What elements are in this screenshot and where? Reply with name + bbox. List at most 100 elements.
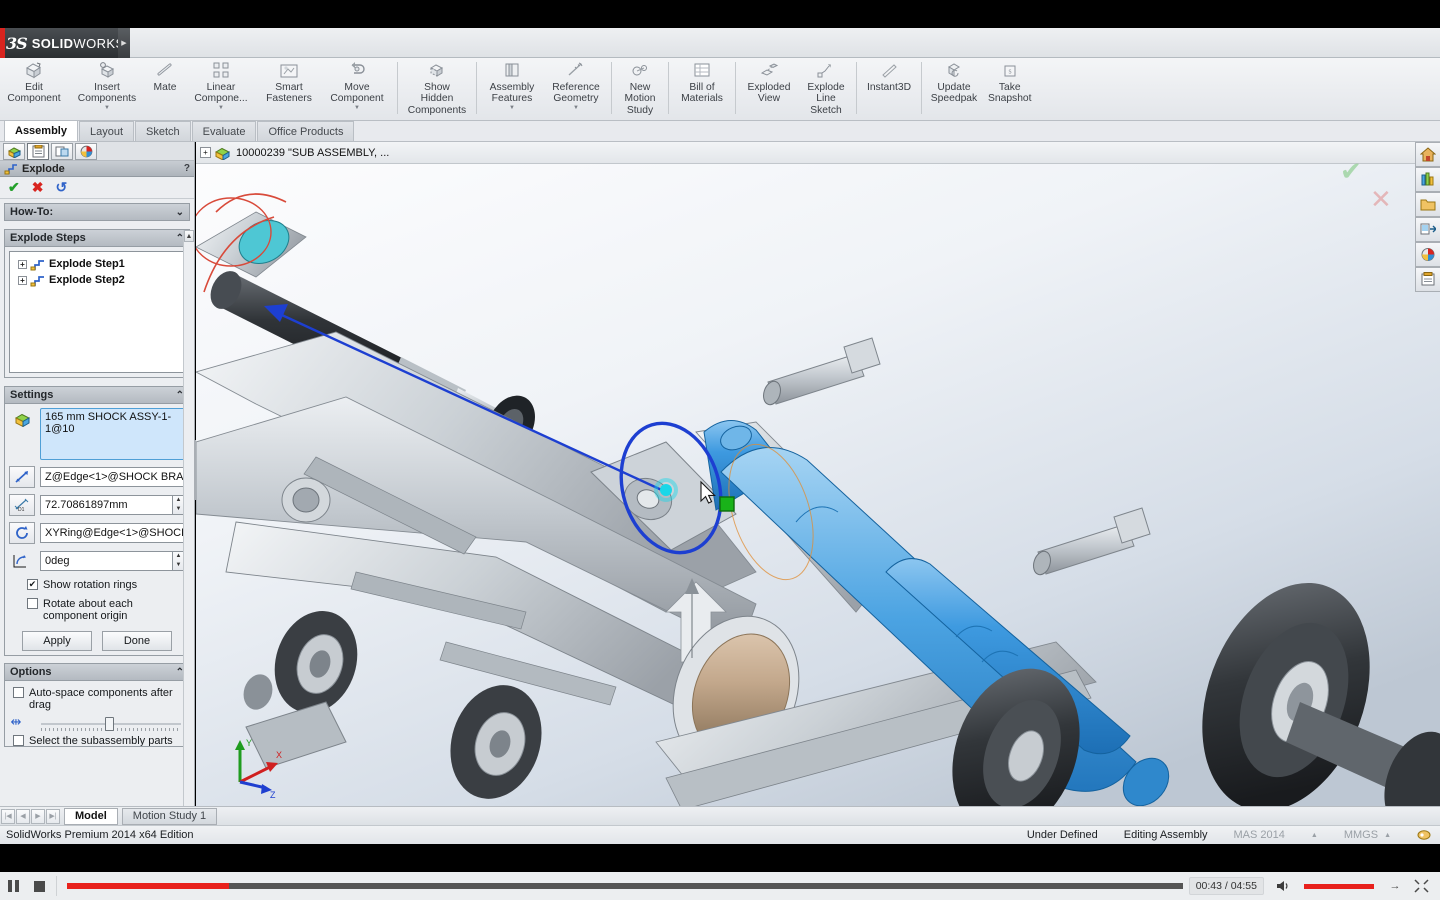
hide-show-items-icon[interactable] [807,142,826,143]
ribbon-take-snapshot[interactable]: s TakeSnapshot [983,58,1037,120]
show-rotation-rings-row[interactable]: ✔ Show rotation rings [9,579,185,591]
tab-sketch[interactable]: Sketch [135,121,191,141]
configuration-manager-tab[interactable] [51,143,73,160]
file-explorer-icon[interactable] [1415,192,1440,217]
display-manager-tab[interactable] [75,143,97,160]
explode-distance-field[interactable]: 72.70861897mm [40,495,173,515]
section-view-icon[interactable] [730,142,749,143]
auto-space-checkbox[interactable] [13,687,24,698]
last-tab-button[interactable]: ▶| [46,809,60,824]
select-subassembly-checkbox[interactable] [13,735,24,746]
units-caret-icon[interactable]: ▲ [1384,832,1391,839]
rotate-about-origin-checkbox[interactable] [27,598,38,609]
configuration-caret-icon[interactable]: ▲ [1311,832,1318,839]
next-tab-button[interactable]: ▶ [31,809,45,824]
expand-icon[interactable]: + [200,147,211,158]
previous-tab-button[interactable]: ◀ [16,809,30,824]
ribbon-instant3d[interactable]: Instant3D [860,58,918,120]
apply-button[interactable]: Apply [22,631,92,651]
explode-step-row[interactable]: + Explode Step1 [13,256,181,272]
view-orientation-icon[interactable] [752,142,771,143]
graphics-area[interactable]: Y X Z + 10000239 "SUB ASSEMBLY, ... [196,142,1440,806]
explode-direction-icon[interactable] [9,466,35,488]
ribbon-edit-component[interactable]: EditComponent [0,58,68,120]
accept-button[interactable]: ✔ [8,179,20,196]
ribbon-new-motion-study[interactable]: NewMotionStudy [615,58,665,120]
tab-layout[interactable]: Layout [79,121,134,141]
stop-button[interactable] [26,872,52,900]
section-how-to[interactable]: How-To: ⌄ [4,203,190,221]
view-settings-icon[interactable] [895,142,914,143]
section-settings[interactable]: Settings ⌃ [4,386,190,404]
explode-component-selection[interactable]: 165 mm SHOCK ASSY-1-1@10 [40,408,185,460]
section-explode-steps[interactable]: Explode Steps ⌃ [4,229,190,247]
solidworks-logo[interactable]: 3S SOLIDWORKS [0,28,118,58]
3d-model-viewport[interactable]: Y X Z [196,142,1440,806]
ribbon-explode-line-sketch[interactable]: ExplodeLineSketch [799,58,853,120]
direction-reference-field[interactable]: Z@Edge<1>@SHOCK BRAC [40,467,185,487]
section-options[interactable]: Options ⌃ [4,663,190,681]
next-button[interactable]: → [1382,872,1408,900]
ribbon-mate[interactable]: Mate [146,58,184,120]
auto-space-row[interactable]: Auto-space components after drag [9,687,185,711]
solidworks-resources-icon[interactable] [1415,142,1440,167]
appearances-scenes-icon[interactable] [1415,242,1440,267]
rotation-angle-field[interactable]: 0deg [40,551,173,571]
menu-expand-arrow[interactable]: ▶ [118,28,130,58]
zoom-to-fit-icon[interactable] [686,142,705,143]
ribbon-smart-fasteners[interactable]: SmartFasteners [258,58,320,120]
rotation-reference-field[interactable]: XYRing@Edge<1>@SHOCK [40,523,185,543]
ribbon-exploded-view[interactable]: ExplodedView [739,58,799,120]
dropdown-caret-icon[interactable]: ▼ [218,105,224,111]
dropdown-caret-icon[interactable]: ▼ [573,105,579,111]
viewport-icon[interactable] [928,142,947,143]
ribbon-update-speedpak[interactable]: UpdateSpeedpak [925,58,983,120]
rotation-axis-icon[interactable] [9,522,35,544]
first-tab-button[interactable]: |◀ [1,809,15,824]
undo-button[interactable]: ↺ [55,179,67,196]
select-subassembly-row[interactable]: Select the subassembly parts [9,735,185,747]
feature-manager-tree-tab[interactable] [3,143,25,160]
explode-steps-tree[interactable]: + Explode Step1 + Explode Step2 [9,251,185,373]
rotate-about-origin-row[interactable]: Rotate about each component origin [9,598,185,622]
ribbon-linear-component-pattern[interactable]: LinearCompone... ▼ [184,58,258,120]
property-manager-tab[interactable] [27,143,49,160]
tab-office-products[interactable]: Office Products [257,121,354,141]
expand-icon[interactable]: + [18,260,27,269]
pause-button[interactable] [0,872,26,900]
tab-assembly[interactable]: Assembly [4,120,78,141]
panel-scrollbar[interactable]: ▲ ▼ [183,230,194,900]
tab-model[interactable]: Model [64,808,118,825]
chevron-down-icon[interactable]: ⌄ [176,207,184,218]
ribbon-assembly-features[interactable]: AssemblyFeatures ▼ [480,58,544,120]
fullscreen-button[interactable] [1408,872,1434,900]
volume-slider[interactable] [1304,884,1374,889]
dropdown-caret-icon[interactable]: ▼ [509,105,515,111]
confirm-cancel-icon[interactable]: ✕ [1370,184,1392,215]
apply-scene-icon[interactable] [873,142,892,143]
done-button[interactable]: Done [102,631,172,651]
tab-motion-study-1[interactable]: Motion Study 1 [122,808,217,825]
show-rotation-rings-checkbox[interactable]: ✔ [27,579,38,590]
cancel-button[interactable]: ✖ [32,179,44,196]
ribbon-move-component[interactable]: MoveComponent ▼ [320,58,394,120]
playback-progress-bar[interactable] [67,883,1183,889]
volume-icon[interactable] [1270,872,1296,900]
explode-step-row[interactable]: + Explode Step2 [13,272,181,288]
zoom-to-area-icon[interactable] [708,142,727,143]
slider-knob[interactable] [105,717,114,731]
dropdown-caret-icon[interactable]: ▼ [104,105,110,111]
tab-evaluate[interactable]: Evaluate [192,121,257,141]
expand-icon[interactable]: + [18,276,27,285]
edit-appearance-icon[interactable] [840,142,859,143]
custom-properties-icon[interactable] [1415,267,1440,292]
scroll-up-button[interactable]: ▲ [184,230,194,242]
assembly-tree-root[interactable]: + 10000239 "SUB ASSEMBLY, ... [196,146,389,160]
ribbon-bill-of-materials[interactable]: Bill ofMaterials [672,58,732,120]
dropdown-caret-icon[interactable]: ▼ [354,105,360,111]
ribbon-show-hidden-components[interactable]: ShowHiddenComponents [401,58,473,120]
design-library-icon[interactable] [1415,167,1440,192]
sensor-icon[interactable] [1417,828,1432,842]
ribbon-reference-geometry[interactable]: ReferenceGeometry ▼ [544,58,608,120]
spacing-slider[interactable] [41,717,181,731]
